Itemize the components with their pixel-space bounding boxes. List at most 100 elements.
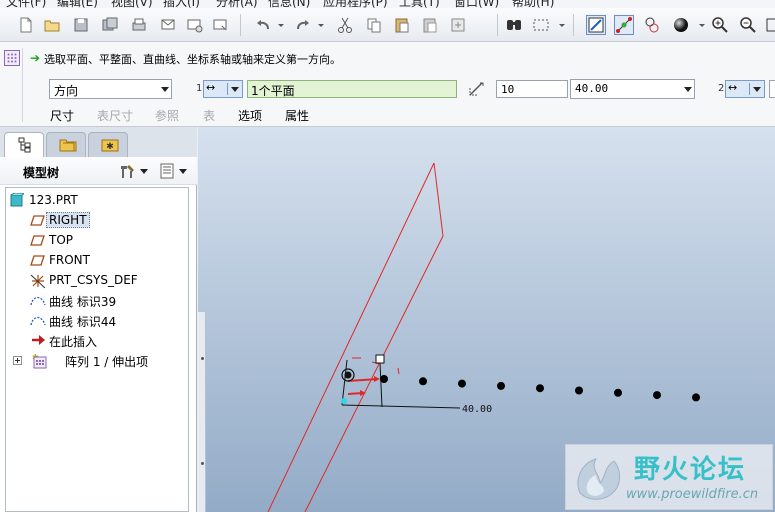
- tab-favorites[interactable]: ✱: [88, 132, 128, 157]
- anchor-point[interactable]: [341, 398, 347, 404]
- orient-icon[interactable]: [643, 16, 661, 34]
- menu-view[interactable]: 视图(V): [111, 0, 153, 8]
- model-tree-icon: [18, 137, 31, 153]
- tab-model-tree[interactable]: [4, 132, 44, 157]
- email-icon[interactable]: [160, 16, 178, 34]
- tree-item-front[interactable]: FRONT: [6, 252, 186, 270]
- model-tree: 123.PRT RIGHT TOP FRONT PRT_CSYS_DEF 曲线 …: [5, 187, 189, 512]
- tree-item-right[interactable]: RIGHT: [6, 212, 186, 230]
- pattern-dashboard: ➔ 选取平面、平整面、直曲线、坐标系轴或轴来定义第一方向。 方向 1 ↔ 1个平…: [0, 42, 775, 127]
- tree-item-label: 在此插入: [49, 335, 98, 349]
- undo-icon[interactable]: [254, 16, 272, 34]
- regenerate-icon[interactable]: [449, 16, 467, 34]
- drag-handle[interactable]: [375, 354, 385, 364]
- print-icon[interactable]: [130, 16, 148, 34]
- tab-table-dimensions[interactable]: 表尺寸: [97, 107, 133, 124]
- open-icon[interactable]: [43, 16, 61, 34]
- pattern-member-point[interactable]: [614, 388, 622, 397]
- tree-item-csys[interactable]: PRT_CSYS_DEF: [6, 272, 186, 290]
- model-tree-panel: 模型树 123.PRT RIGHT TOP FRONT PRT_CSYS_DEF…: [0, 157, 197, 512]
- pattern-member-point[interactable]: [380, 375, 388, 383]
- menu-window[interactable]: 窗口(W): [454, 0, 499, 8]
- tree-item-label: 阵列 1 / 伸出项: [65, 355, 149, 369]
- pattern-member-point[interactable]: [497, 381, 505, 390]
- tree-item-top[interactable]: TOP: [6, 232, 186, 250]
- save-icon[interactable]: [72, 16, 90, 34]
- dir1-count-input[interactable]: 10: [496, 80, 568, 98]
- menu-edit[interactable]: 编辑(E): [57, 0, 98, 8]
- dir2-reference-collector[interactable]: [769, 80, 775, 98]
- pattern-member-point[interactable]: [458, 379, 466, 388]
- shading-dropdown-icon[interactable]: [693, 16, 705, 34]
- shading-icon[interactable]: [672, 16, 690, 34]
- zoom-out-icon[interactable]: [739, 16, 757, 34]
- pattern-type-select[interactable]: 方向: [49, 79, 172, 99]
- tree-item-pattern[interactable]: ✱ 阵列 1 / 伸出项: [6, 352, 186, 370]
- tab-dimensions[interactable]: 尺寸: [50, 107, 74, 124]
- paste-special-icon[interactable]: [421, 16, 439, 34]
- flip-direction-icon[interactable]: [467, 80, 485, 98]
- tree-item-label: RIGHT: [46, 212, 90, 228]
- spin-center-icon[interactable]: [614, 15, 634, 35]
- tab-properties[interactable]: 属性: [285, 107, 309, 124]
- undo-dropdown-icon[interactable]: [272, 16, 284, 34]
- copy-icon[interactable]: [365, 16, 383, 34]
- tree-item-insert-here[interactable]: 在此插入: [6, 332, 186, 350]
- menu-file[interactable]: 文件(F): [6, 0, 46, 8]
- tree-item-part[interactable]: 123.PRT: [6, 192, 186, 210]
- new-file-icon[interactable]: [17, 16, 35, 34]
- tree-item-label: PRT_CSYS_DEF: [49, 273, 138, 287]
- redo-icon[interactable]: [294, 16, 312, 34]
- dir2-flip-button[interactable]: ↔: [725, 80, 765, 98]
- tab-options[interactable]: 选项: [238, 107, 262, 124]
- pattern-member-point[interactable]: [692, 393, 700, 402]
- expand-icon[interactable]: [13, 356, 22, 365]
- email-link-icon[interactable]: [186, 16, 204, 34]
- menu-tools[interactable]: 工具(T): [399, 0, 440, 8]
- tree-item-curve-44[interactable]: 曲线 标识44: [6, 312, 186, 330]
- tree-settings-icon[interactable]: [119, 162, 137, 180]
- zoom-in-icon[interactable]: [711, 16, 729, 34]
- tab-tables[interactable]: 表: [203, 107, 215, 124]
- email-attach-icon[interactable]: [212, 16, 230, 34]
- dashboard-icon: [4, 50, 20, 66]
- dir2-index-label: 2: [718, 83, 725, 94]
- redo-dropdown-icon[interactable]: [312, 16, 324, 34]
- tab-references[interactable]: 参照: [155, 107, 179, 124]
- cut-icon[interactable]: [336, 16, 354, 34]
- menu-help[interactable]: 帮助(H): [512, 0, 554, 8]
- pattern-member-point[interactable]: [653, 391, 661, 400]
- chevron-down-icon: [231, 87, 239, 92]
- select-dropdown-icon[interactable]: [553, 16, 565, 34]
- dir1-reference-collector[interactable]: 1个平面: [247, 80, 457, 98]
- chevron-down-icon[interactable]: [179, 169, 187, 174]
- repaint-icon[interactable]: [586, 15, 606, 35]
- datum-plane-outline: [267, 162, 444, 512]
- refit-icon[interactable]: [765, 16, 775, 34]
- pattern-member-point[interactable]: [419, 377, 427, 386]
- chevron-down-icon[interactable]: [140, 169, 148, 174]
- spacing-dimension-label[interactable]: 40.00: [462, 404, 492, 415]
- menu-applications[interactable]: 应用程序(P): [323, 0, 388, 8]
- dir1-spacing-input[interactable]: 40.00: [570, 79, 695, 99]
- tab-folder-browser[interactable]: [46, 132, 86, 157]
- chevron-down-icon: [161, 87, 169, 92]
- menu-insert[interactable]: 插入(I): [163, 0, 200, 8]
- panel-sash[interactable]: [198, 312, 206, 512]
- menu-analysis[interactable]: 分析(A): [216, 0, 258, 8]
- tree-item-label: 123.PRT: [29, 193, 78, 207]
- paste-icon[interactable]: [393, 16, 411, 34]
- spacing-value: 40.00: [575, 82, 609, 95]
- folder-icon: [59, 139, 77, 152]
- pattern-type-value: 方向: [54, 84, 79, 98]
- pattern-member-point[interactable]: [536, 384, 544, 393]
- watermark-title: 野火论坛: [634, 455, 747, 485]
- menu-info[interactable]: 信息(N): [268, 0, 310, 8]
- tree-item-curve-39[interactable]: 曲线 标识39: [6, 292, 186, 310]
- save-copy-icon[interactable]: [101, 16, 119, 34]
- pattern-member-point[interactable]: [575, 386, 583, 395]
- select-box-icon[interactable]: [532, 16, 550, 34]
- tree-columns-icon[interactable]: [158, 162, 176, 180]
- dir1-flip-button[interactable]: ↔: [203, 80, 243, 98]
- find-icon[interactable]: [505, 16, 523, 34]
